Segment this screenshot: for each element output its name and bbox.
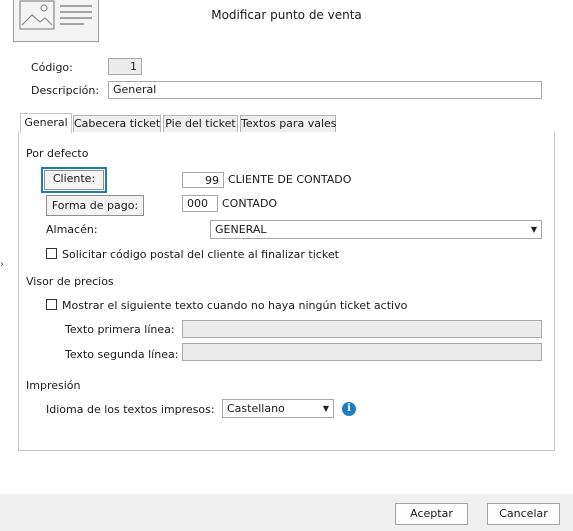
almacen-value: GENERAL [215, 223, 267, 236]
linea1-label: Texto primera línea: [65, 323, 175, 336]
cliente-button[interactable]: Cliente: [41, 167, 107, 193]
tab-pie-del-ticket[interactable]: Pie del ticket [163, 115, 238, 132]
section-impresion: Impresión [26, 379, 81, 392]
cliente-name: CLIENTE DE CONTADO [228, 173, 352, 186]
chevron-down-icon: ▼ [322, 404, 329, 413]
cliente-button-label: Cliente: [44, 170, 104, 190]
codigo-label: Código: [31, 61, 73, 74]
mostrar-texto-checkbox[interactable] [46, 299, 57, 310]
chevron-right-icon: › [0, 259, 4, 270]
cliente-code-field[interactable]: 99 [182, 172, 224, 188]
info-icon[interactable]: i [342, 402, 356, 416]
forma-pago-button[interactable]: Forma de pago: [46, 195, 144, 216]
linea1-field[interactable] [182, 320, 542, 338]
tab-general[interactable]: General [20, 113, 72, 133]
linea2-field[interactable] [182, 343, 542, 361]
almacen-label: Almacén: [46, 223, 98, 236]
chevron-down-icon: ▼ [530, 225, 537, 234]
idioma-value: Castellano [227, 402, 285, 415]
aceptar-button[interactable]: Aceptar [395, 503, 468, 525]
descripcion-field[interactable]: General [108, 81, 542, 99]
section-visor-de-precios: Visor de precios [26, 275, 114, 288]
idioma-label: Idioma de los textos impresos: [46, 403, 215, 416]
almacen-select[interactable]: GENERAL ▼ [210, 220, 542, 239]
window-title: Modificar punto de venta [211, 8, 362, 22]
forma-pago-code-field[interactable]: 000 [182, 195, 218, 212]
cancelar-button[interactable]: Cancelar [487, 503, 560, 525]
mostrar-texto-label: Mostrar el siguiente texto cuando no hay… [62, 299, 408, 312]
descripcion-label: Descripción: [31, 84, 100, 97]
section-por-defecto: Por defecto [26, 147, 89, 160]
codigo-field[interactable]: 1 [108, 58, 142, 75]
codigo-postal-label: Solicitar código postal del cliente al f… [62, 248, 339, 261]
idioma-select[interactable]: Castellano ▼ [222, 399, 334, 418]
forma-pago-name: CONTADO [222, 197, 278, 210]
codigo-postal-checkbox[interactable] [46, 248, 57, 259]
tab-cabecera-ticket[interactable]: Cabecera ticket [73, 115, 161, 132]
tab-textos-para-vales[interactable]: Textos para vales [240, 115, 337, 132]
linea2-label: Texto segunda línea: [65, 348, 179, 361]
